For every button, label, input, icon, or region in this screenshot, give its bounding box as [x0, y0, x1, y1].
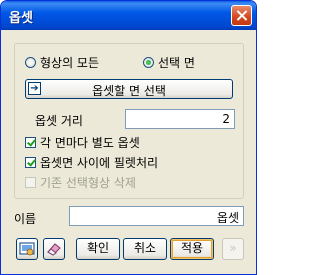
- name-label: 이름: [14, 212, 37, 226]
- preview-button[interactable]: [16, 238, 38, 260]
- select-face-button-label: 옵셋할 면 선택: [92, 84, 166, 98]
- ok-button[interactable]: 확인: [76, 238, 120, 260]
- name-input[interactable]: 옵셋: [69, 206, 244, 226]
- checkbox-fillet-label[interactable]: 옵셋면 사이에 필렛처리: [40, 154, 158, 171]
- title-bar[interactable]: 옵셋: [1, 1, 256, 30]
- offset-distance-label: 옵셋 거리: [35, 114, 83, 128]
- select-face-button[interactable]: ➔ 옵셋할 면 선택: [25, 79, 233, 99]
- checkbox-separate-offset-label[interactable]: 각 면마다 별도 옵셋: [40, 134, 140, 151]
- radio-selected-face-label[interactable]: 선택 면: [158, 54, 195, 71]
- eraser-icon: [47, 243, 61, 256]
- apply-button[interactable]: 적용: [170, 238, 214, 260]
- options-group: 형상의 모든 선택 면 ➔ 옵셋할 면 선택 옵셋 거리 2 각 면마다 별도 …: [14, 43, 244, 199]
- window-title: 옵셋: [9, 11, 33, 26]
- checkbox-separate-offset[interactable]: [25, 137, 36, 148]
- checkbox-delete-original-label[interactable]: 기존 선택형상 삭제: [40, 174, 136, 191]
- expand-button[interactable]: »: [222, 238, 244, 260]
- checkbox-delete-original[interactable]: [25, 177, 36, 188]
- offset-distance-input[interactable]: 2: [125, 109, 235, 129]
- close-button[interactable]: [231, 5, 252, 26]
- radio-all-shapes-label[interactable]: 형상의 모든: [40, 54, 99, 71]
- preview-icon: [19, 242, 35, 256]
- radio-all-shapes[interactable]: [25, 57, 36, 68]
- checkbox-fillet[interactable]: [25, 157, 36, 168]
- cancel-button[interactable]: 취소: [123, 238, 167, 260]
- offset-dialog: 옵셋 형상의 모든 선택 면 ➔ 옵셋할 면 선택 옵셋 거리 2 각 면마다 …: [0, 0, 257, 275]
- dialog-body: 형상의 모든 선택 면 ➔ 옵셋할 면 선택 옵셋 거리 2 각 면마다 별도 …: [4, 30, 253, 271]
- eraser-button[interactable]: [43, 238, 65, 260]
- radio-selected-face[interactable]: [143, 57, 154, 68]
